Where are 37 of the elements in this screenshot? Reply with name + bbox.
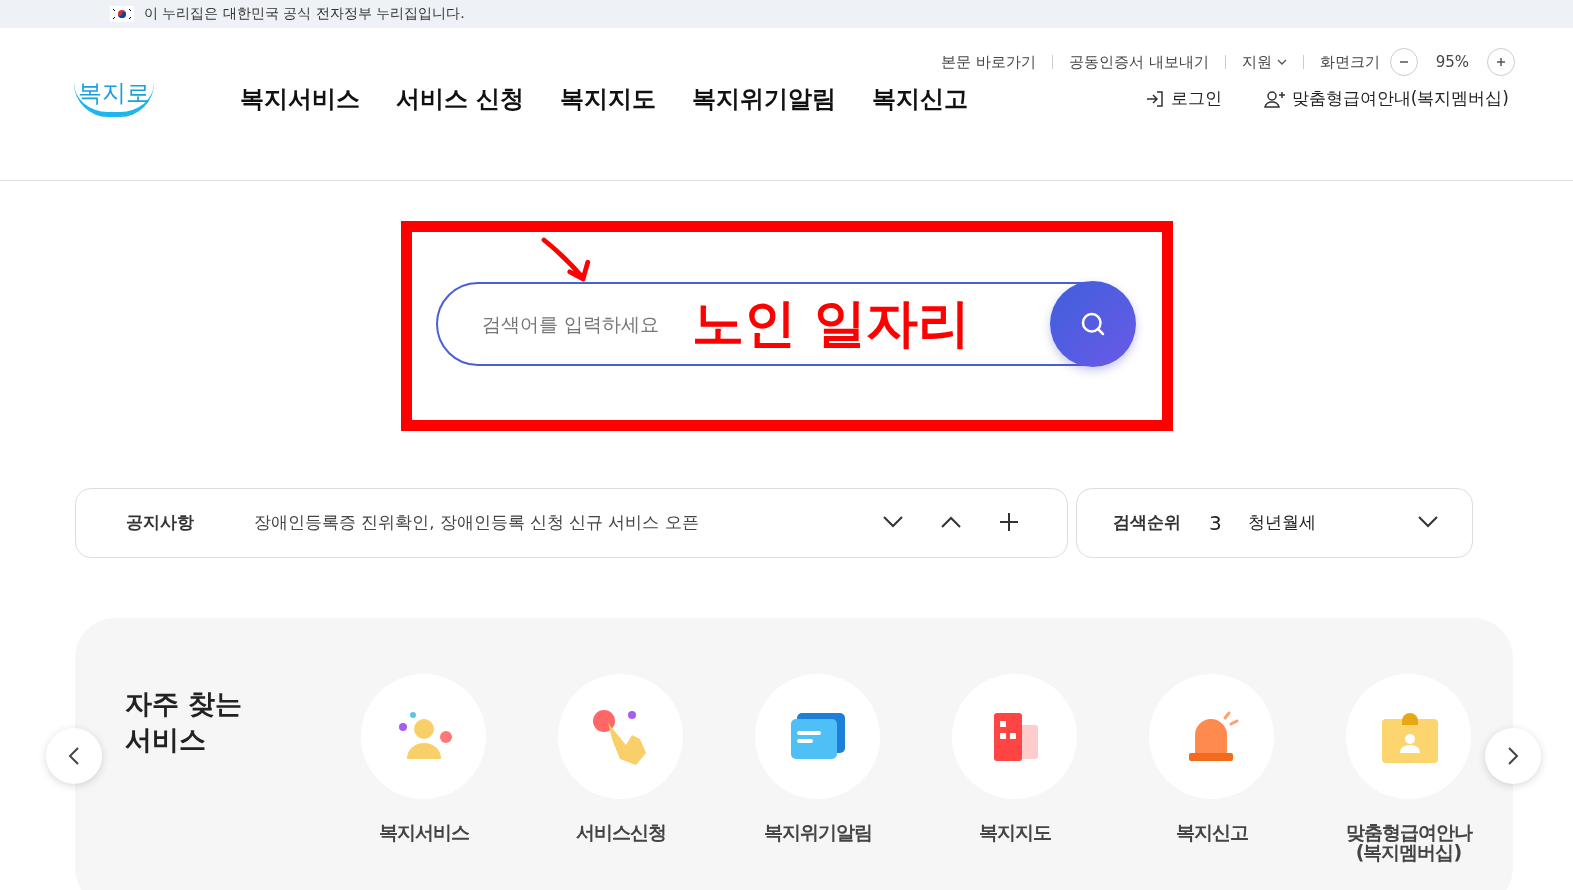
section-title: 자주 찾는 서비스	[125, 687, 244, 758]
service-item[interactable]: 서비스신청	[558, 674, 683, 890]
notice-link[interactable]: 장애인등록증 진위확인, 장애인등록 신청 신규 서비스 오픈	[254, 512, 845, 534]
rank-number: 3	[1209, 511, 1222, 535]
ranking-label: 검색순위	[1113, 512, 1181, 534]
chevron-left-icon	[68, 746, 80, 766]
search-field[interactable]: 검색어를 입력하세요 노인 일자리	[435, 282, 1134, 366]
login-icon	[1144, 88, 1165, 109]
zoom-in-button[interactable]	[1487, 48, 1515, 76]
notice-label: 공지사항	[126, 512, 194, 534]
ranking-term[interactable]: 청년월세	[1247, 512, 1418, 534]
service-item[interactable]: 복지위기알림	[755, 674, 880, 890]
nav-item[interactable]: 복지지도	[560, 82, 657, 115]
zoom-label: 화면크기	[1319, 52, 1380, 72]
utility-link[interactable]: 본문 바로가기	[941, 52, 1037, 72]
service-item[interactable]: 복지신고	[1149, 674, 1274, 890]
utility-link[interactable]: 공동인증서 내보내기	[1069, 52, 1209, 72]
nav-item[interactable]: 복지서비스	[240, 82, 360, 115]
support-dropdown[interactable]: 지원	[1241, 52, 1287, 72]
user-add-icon	[1263, 88, 1286, 109]
plus-icon	[1495, 56, 1507, 68]
search-button[interactable]	[1049, 281, 1136, 367]
annotation-text: 노인 일자리	[691, 292, 970, 355]
nav-item[interactable]: 복지신고	[872, 82, 969, 115]
service-item[interactable]: 복지서비스	[361, 674, 486, 890]
nav-item[interactable]: 복지위기알림	[692, 82, 837, 115]
chevron-right-icon	[1507, 746, 1519, 766]
gov-banner-text: 이 누리집은 대한민국 공식 전자정부 누리집입니다.	[144, 5, 465, 23]
membership-link[interactable]: 맞춤형급여안내(복지멤버십)	[1263, 87, 1509, 111]
search-input[interactable]: 검색어를 입력하세요	[481, 313, 668, 335]
service-item[interactable]: 맞춤형급여안나 (복지멤버십)	[1346, 674, 1471, 890]
nav-item[interactable]: 서비스 신청	[396, 82, 525, 115]
flag-icon	[110, 6, 134, 22]
zoom-value: 95%	[1435, 53, 1469, 71]
chevron-down-icon	[1276, 59, 1287, 65]
service-item[interactable]: 복지지도	[952, 674, 1077, 890]
login-link[interactable]: 로그인	[1144, 87, 1222, 111]
